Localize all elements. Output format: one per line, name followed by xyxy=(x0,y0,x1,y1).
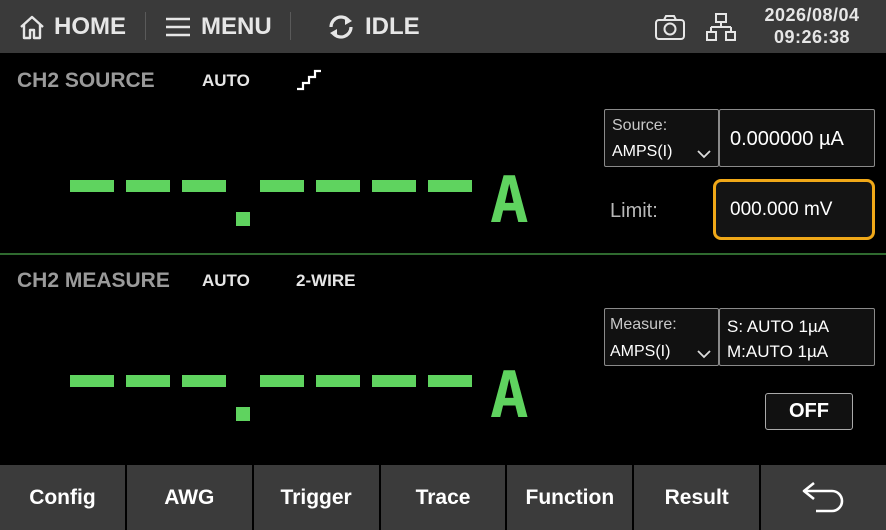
measure-title: CH2 MEASURE xyxy=(17,269,170,292)
readout-dash xyxy=(70,180,114,192)
readout-dash xyxy=(428,180,472,192)
readout-dash xyxy=(372,375,416,387)
screenshot-button[interactable] xyxy=(654,0,686,53)
wire-mode: 2-WIRE xyxy=(296,271,356,290)
output-toggle-button[interactable]: OFF xyxy=(765,393,853,430)
measure-function-value: AMPS(I) xyxy=(610,343,671,360)
datetime: 2026/08/04 09:26:38 xyxy=(752,4,872,48)
source-title: CH2 SOURCE xyxy=(17,69,155,92)
run-status[interactable]: IDLE xyxy=(325,0,420,53)
back-button[interactable] xyxy=(761,465,886,530)
trigger-button[interactable]: Trigger xyxy=(253,465,379,530)
network-icon xyxy=(706,12,736,42)
hamburger-icon xyxy=(165,16,191,38)
home-label: HOME xyxy=(54,12,126,40)
section-divider xyxy=(0,253,886,255)
chevron-down-icon xyxy=(697,346,711,364)
readout-dash xyxy=(260,180,304,192)
readout-dash xyxy=(182,375,226,387)
measure-range-text: M:AUTO 1µA xyxy=(727,342,829,361)
trace-button[interactable]: Trace xyxy=(380,465,506,530)
readout-dash xyxy=(126,180,170,192)
refresh-icon xyxy=(325,12,357,42)
limit-field[interactable]: 000.000 mV xyxy=(713,179,875,240)
measure-label: Measure: xyxy=(610,316,677,333)
staircase-sweep-icon xyxy=(296,69,324,96)
readout-dash xyxy=(316,180,360,192)
readout-dash xyxy=(70,375,114,387)
back-arrow-icon xyxy=(800,475,848,521)
readout-dash xyxy=(372,180,416,192)
result-button[interactable]: Result xyxy=(634,465,760,530)
readout-dash xyxy=(260,375,304,387)
limit-value: 000.000 mV xyxy=(730,199,833,220)
awg-button[interactable]: AWG xyxy=(126,465,252,530)
source-range-text: S: AUTO 1µA xyxy=(727,317,830,336)
separator xyxy=(290,12,291,40)
time-text: 09:26:38 xyxy=(773,27,851,47)
function-button[interactable]: Function xyxy=(507,465,633,530)
top-bar: HOME MENU IDLE 2026/08/04 09:26:38 xyxy=(0,0,886,53)
separator xyxy=(145,12,146,40)
readout-decimal-point xyxy=(236,212,250,226)
readout-dash xyxy=(126,375,170,387)
source-function-select[interactable]: Source: AMPS(I) xyxy=(604,109,719,167)
source-range-mode: AUTO xyxy=(202,71,250,90)
measure-range-mode: AUTO xyxy=(202,271,250,290)
menu-label: MENU xyxy=(201,12,272,40)
measure-unit: A xyxy=(490,359,529,433)
readout-decimal-point xyxy=(236,407,250,421)
source-level-value: 0.000000 µA xyxy=(730,128,844,150)
limit-label: Limit: xyxy=(610,200,658,222)
home-icon xyxy=(18,14,46,40)
measure-function-select[interactable]: Measure: AMPS(I) xyxy=(604,308,719,366)
home-button[interactable]: HOME xyxy=(18,0,126,53)
source-level-field[interactable]: 0.000000 µA xyxy=(719,109,875,167)
readout-dash xyxy=(182,180,226,192)
source-unit: A xyxy=(490,164,529,238)
status-label: IDLE xyxy=(365,12,420,40)
source-label: Source: xyxy=(612,117,668,134)
source-readout: A xyxy=(60,164,540,250)
config-button[interactable]: Config xyxy=(0,465,125,530)
readout-dash xyxy=(428,375,472,387)
source-function-value: AMPS(I) xyxy=(612,143,673,160)
date-text: 2026/08/04 xyxy=(764,5,860,25)
menu-button[interactable]: MENU xyxy=(165,0,272,53)
network-status[interactable] xyxy=(706,0,736,53)
chevron-down-icon xyxy=(697,146,711,164)
range-info-field[interactable]: S: AUTO 1µA M:AUTO 1µA xyxy=(719,308,875,366)
readout-dash xyxy=(316,375,360,387)
measure-readout: A xyxy=(60,359,540,445)
camera-icon xyxy=(654,13,686,41)
bottom-softkey-bar: Config AWG Trigger Trace Function Result xyxy=(0,465,886,530)
